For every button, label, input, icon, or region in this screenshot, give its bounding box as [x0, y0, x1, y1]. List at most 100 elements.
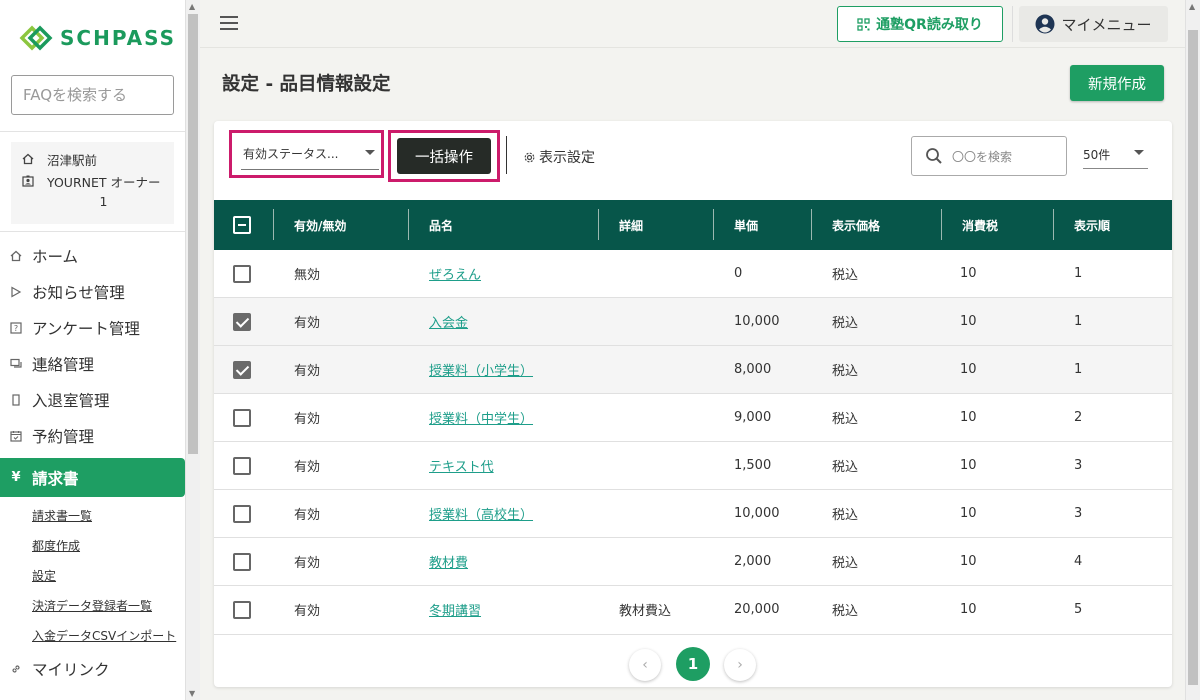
item-name-link[interactable]: 授業料（小学生） [429, 360, 533, 379]
item-name-link[interactable]: ぜろえん [429, 264, 481, 283]
play-icon [10, 286, 22, 298]
next-page-button[interactable]: › [724, 649, 756, 681]
logo-icon [19, 25, 53, 51]
column-header-price[interactable]: 単価 [734, 200, 758, 250]
per-page-value: 50件 [1083, 148, 1111, 162]
table-header: 有効/無効 品名 詳細 単価 表示価格 消費税 表示順 [214, 200, 1172, 250]
cell-price: 20,000 [734, 602, 780, 617]
sidebar-subitem-csv-import[interactable]: 入金データCSVインポート [0, 621, 185, 651]
survey-icon: ? [10, 322, 22, 334]
cell-display-price: 税込 [832, 556, 859, 571]
cell-tax: 10 [960, 410, 977, 425]
row-checkbox[interactable] [233, 553, 251, 571]
column-header-order[interactable]: 表示順 [1074, 200, 1110, 250]
scrollbar-thumb[interactable] [188, 14, 198, 454]
column-header-display-price[interactable]: 表示価格 [832, 200, 880, 250]
page-title: 設定 - 品目情報設定 [222, 74, 391, 95]
sidebar-item-messages[interactable]: 連絡管理 [0, 346, 185, 382]
sidebar-item-label: お知らせ管理 [32, 284, 125, 302]
table-row: 有効 授業料（高校生） 10,000 税込 10 3 [214, 490, 1172, 538]
cell-display-price: 税込 [832, 412, 859, 427]
sidebar-item-reservations[interactable]: 予約管理 [0, 418, 185, 454]
cell-display-price: 税込 [832, 460, 859, 475]
row-checkbox[interactable] [233, 265, 251, 283]
column-header-status[interactable]: 有効/無効 [294, 200, 346, 250]
item-name-link[interactable]: 冬期講習 [429, 600, 481, 619]
sidebar-item-notices[interactable]: お知らせ管理 [0, 274, 185, 310]
item-name-link[interactable]: 教材費 [429, 552, 468, 571]
school-name: 沼津駅前 [47, 152, 98, 168]
scroll-up-icon[interactable]: ▲ [1189, 2, 1195, 11]
display-settings-button[interactable]: 表示設定 [523, 147, 595, 167]
cell-tax: 10 [960, 314, 977, 329]
cell-order: 1 [1074, 314, 1083, 329]
home-icon [21, 152, 35, 166]
main-scrollbar[interactable]: ▲ [1185, 0, 1200, 700]
row-checkbox[interactable] [233, 601, 251, 619]
table-body: 無効 ぜろえん 0 税込 10 1 有効 入会金 10,000 税込 10 1 … [214, 250, 1172, 635]
row-checkbox[interactable] [233, 505, 251, 523]
qr-scan-button[interactable]: 通塾QR読み取り [837, 6, 1003, 42]
faq-search-input[interactable] [11, 75, 174, 115]
user-info: 沼津駅前 YOURNET オーナー 1 [11, 142, 174, 224]
status-filter-select[interactable]: 有効ステータス... [241, 138, 379, 170]
row-checkbox[interactable] [233, 313, 251, 331]
page-1-button[interactable]: 1 [676, 647, 710, 681]
column-header-tax[interactable]: 消費税 [962, 200, 998, 250]
item-name-link[interactable]: 授業料（高校生） [429, 504, 533, 523]
sidebar-item-label: マイリンク [32, 661, 110, 679]
status-filter-value: 有効ステータス... [243, 147, 339, 161]
cell-status: 無効 [294, 268, 321, 283]
item-name-link[interactable]: 授業料（中学生） [429, 408, 533, 427]
sidebar-item-home[interactable]: ホーム [0, 238, 185, 274]
sidebar-item-invoices[interactable]: ¥ 請求書 [0, 458, 185, 497]
cell-price: 2,000 [734, 554, 772, 569]
table-row: 有効 授業料（小学生） 8,000 税込 10 1 [214, 346, 1172, 394]
row-checkbox[interactable] [233, 361, 251, 379]
item-name-link[interactable]: 入会金 [429, 312, 468, 331]
sidebar-item-attendance[interactable]: 入退室管理 [0, 382, 185, 418]
scroll-down-icon[interactable]: ▼ [189, 689, 195, 698]
prev-page-button[interactable]: ‹ [629, 649, 661, 681]
cell-status: 有効 [294, 412, 321, 427]
sidebar-subitem-settings[interactable]: 設定 [0, 561, 185, 591]
cell-order: 1 [1074, 266, 1083, 281]
sidebar-scrollbar[interactable]: ▲ ▼ [185, 0, 200, 700]
new-item-button[interactable]: 新規作成 [1070, 65, 1164, 101]
item-name-link[interactable]: テキスト代 [429, 456, 494, 475]
menu-icon[interactable] [220, 16, 238, 30]
search-input[interactable] [952, 145, 1057, 169]
cell-tax: 10 [960, 602, 977, 617]
row-checkbox[interactable] [233, 409, 251, 427]
column-header-detail[interactable]: 詳細 [619, 200, 643, 250]
column-divider [941, 209, 942, 240]
sidebar-item-surveys[interactable]: ? アンケート管理 [0, 310, 185, 346]
scroll-up-icon[interactable]: ▲ [189, 2, 195, 11]
cell-display-price: 税込 [832, 268, 859, 283]
per-page-select[interactable]: 50件 [1083, 141, 1148, 169]
sidebar-subitem-create-each[interactable]: 都度作成 [0, 531, 185, 561]
table-row: 有効 授業料（中学生） 9,000 税込 10 2 [214, 394, 1172, 442]
sidebar-item-mylinks[interactable]: マイリンク [0, 651, 185, 687]
select-all-checkbox[interactable] [233, 216, 251, 234]
cell-order: 5 [1074, 602, 1083, 617]
scrollbar-thumb[interactable] [1188, 30, 1198, 685]
sidebar-item-label: 連絡管理 [32, 356, 95, 374]
row-checkbox[interactable] [233, 457, 251, 475]
cell-price: 10,000 [734, 314, 780, 329]
bulk-action-button[interactable]: 一括操作 [397, 138, 491, 174]
my-menu-button[interactable]: マイメニュー [1019, 6, 1168, 42]
column-divider [713, 209, 714, 240]
sidebar-subitem-payment-registrants[interactable]: 決済データ登録者一覧 [0, 591, 185, 621]
cell-display-price: 税込 [832, 508, 859, 523]
column-header-name[interactable]: 品名 [429, 200, 453, 250]
cell-price: 8,000 [734, 362, 772, 377]
table-row: 無効 ぜろえん 0 税込 10 1 [214, 250, 1172, 298]
search-box[interactable] [911, 136, 1067, 176]
door-icon [10, 394, 22, 406]
cell-order: 4 [1074, 554, 1083, 569]
logo[interactable]: SCHPASS [18, 24, 176, 52]
table-row: 有効 入会金 10,000 税込 10 1 [214, 298, 1172, 346]
cell-display-price: 税込 [832, 364, 859, 379]
sidebar-subitem-invoice-list[interactable]: 請求書一覧 [0, 501, 185, 531]
